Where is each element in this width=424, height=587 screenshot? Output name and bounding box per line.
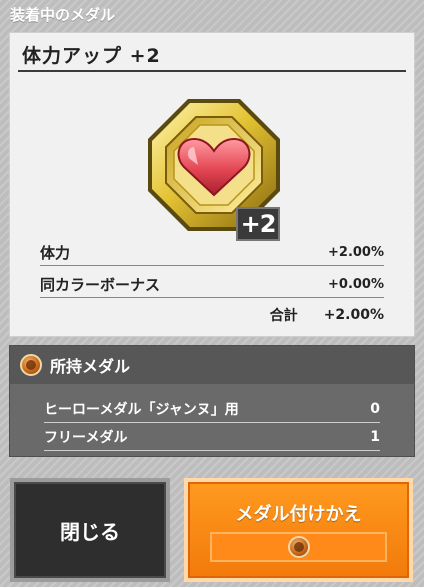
medal-name: 体力アップ +2 bbox=[22, 45, 161, 67]
total-row: 合計 +2.00% bbox=[270, 305, 384, 325]
total-label: 合計 bbox=[269, 308, 298, 324]
owned-divider bbox=[44, 450, 380, 451]
close-button[interactable]: 閉じる bbox=[10, 478, 170, 582]
change-medal-cost-bar bbox=[210, 532, 387, 562]
medal-image: +2 bbox=[144, 95, 284, 241]
stat-value: +2.00% bbox=[328, 244, 384, 260]
owned-divider bbox=[44, 422, 380, 423]
change-medal-label: メダル付けかえ bbox=[235, 504, 362, 525]
owned-label: フリーメダル bbox=[44, 430, 128, 446]
owned-count: 0 bbox=[370, 401, 380, 417]
stat-label: 体力 bbox=[40, 243, 71, 262]
owned-medals-panel: 所持メダル ヒーローメダル「ジャンヌ」用 0 フリーメダル 1 bbox=[9, 345, 415, 457]
medal-coin-icon bbox=[287, 536, 310, 558]
owned-header: 所持メダル bbox=[10, 346, 414, 384]
owned-row-free-medal: フリーメダル 1 bbox=[44, 426, 380, 448]
stat-row-color-bonus: 同カラーボーナス +0.00% bbox=[40, 273, 384, 295]
total-value: +2.00% bbox=[323, 307, 384, 323]
stat-value: +0.00% bbox=[328, 276, 384, 292]
owned-count: 1 bbox=[370, 429, 380, 445]
section-title: 装着中のメダル bbox=[10, 6, 116, 24]
medal-coin-icon bbox=[20, 354, 42, 376]
owned-title: 所持メダル bbox=[50, 357, 131, 376]
change-medal-button[interactable]: メダル付けかえ bbox=[184, 478, 413, 582]
equipped-medal-card: 体力アップ +2 +2 体力 +2.00% 同カラーボーナス +0.00% 合計… bbox=[9, 32, 415, 337]
medal-level-badge: +2 bbox=[236, 207, 280, 241]
stat-divider bbox=[40, 297, 384, 298]
owned-label: ヒーローメダル「ジャンヌ」用 bbox=[44, 402, 239, 418]
owned-row-hero-medal: ヒーローメダル「ジャンヌ」用 0 bbox=[44, 398, 380, 420]
stat-divider bbox=[40, 265, 384, 266]
title-divider bbox=[18, 70, 406, 72]
stat-row-hp: 体力 +2.00% bbox=[40, 241, 384, 263]
stat-label: 同カラーボーナス bbox=[40, 275, 161, 294]
